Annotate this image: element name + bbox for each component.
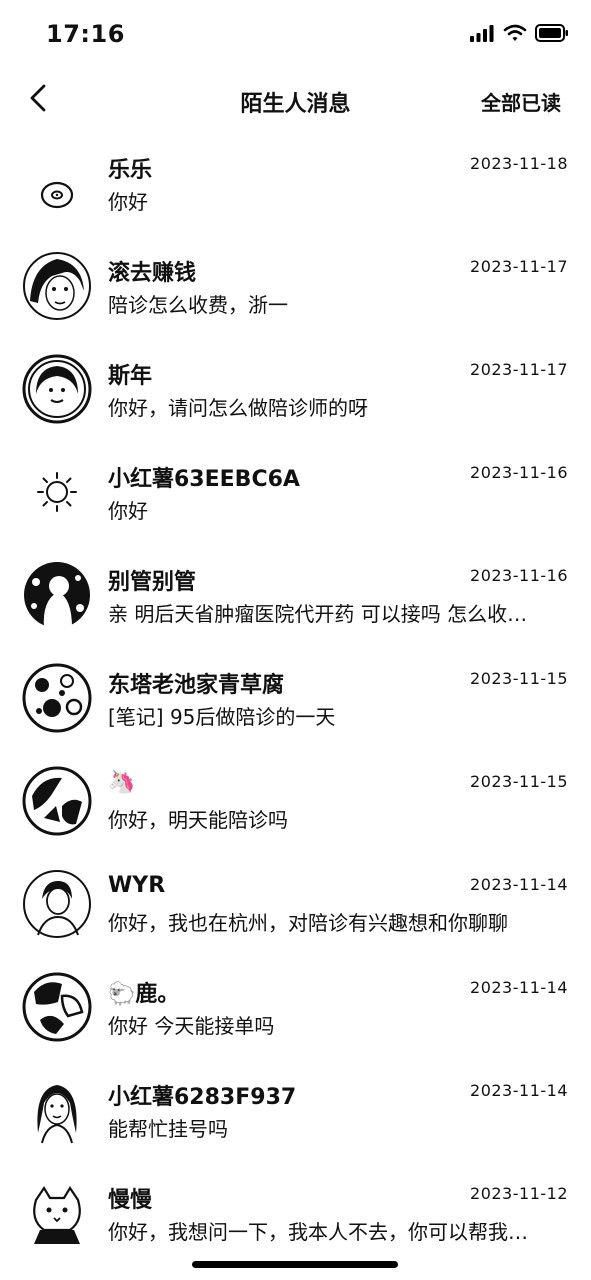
- avatar: [22, 766, 92, 836]
- cellular-signal-icon: [470, 25, 494, 42]
- conversation-name: 🦄: [108, 770, 136, 795]
- avatar: [37, 1085, 77, 1144]
- status-icons: [469, 24, 569, 42]
- conversation-row[interactable]: 别管别管 2023-11-16 亲 明后天省肿瘤医院代开药 可以接吗 怎么收…: [0, 544, 591, 647]
- avatar: [22, 354, 92, 424]
- conversation-name: 斯年: [108, 364, 153, 389]
- conversation-date: 2023-11-15: [470, 669, 568, 688]
- conversation-name: 慢慢: [108, 1188, 153, 1213]
- conversation-name: 小红薯63EEBC6A: [108, 467, 300, 492]
- conversation-date: 2023-11-12: [470, 1184, 568, 1203]
- conversation-row[interactable]: 东塔老池家青草腐 2023-11-15 [笔记] 95后做陪诊的一天: [0, 647, 591, 750]
- conversation-row[interactable]: 🦄 2023-11-15 你好，明天能陪诊吗: [0, 750, 591, 853]
- home-indicator[interactable]: [192, 1261, 398, 1268]
- conversation-row[interactable]: 慢慢 2023-11-12 你好，我想问一下，我本人不去，你可以帮我…: [0, 1162, 591, 1265]
- wifi-icon: [503, 24, 527, 41]
- conversation-row[interactable]: WYR 2023-11-14 你好，我也在杭州，对陪诊有兴趣想和你聊聊: [0, 853, 591, 956]
- conversation-date: 2023-11-14: [470, 875, 568, 894]
- conversation-message: 你好: [108, 499, 148, 523]
- conversation-row[interactable]: 🐑鹿。 2023-11-14 你好 今天能接单吗: [0, 956, 591, 1059]
- status-bar: 17:16: [0, 0, 591, 70]
- sun-icon: [37, 472, 77, 512]
- avatar: [23, 870, 91, 938]
- conversation-date: 2023-11-15: [470, 772, 568, 791]
- conversation-name: 乐乐: [108, 158, 153, 183]
- conversation-date: 2023-11-18: [470, 154, 568, 173]
- avatar: [22, 972, 92, 1042]
- conversation-row[interactable]: 乐乐 2023-11-18 你好: [0, 132, 591, 235]
- conversation-row[interactable]: 斯年 2023-11-17 你好，请问怎么做陪诊师的呀: [0, 338, 591, 441]
- conversation-message: 你好: [108, 190, 148, 214]
- status-time: 17:16: [46, 20, 125, 48]
- conversation-name: WYR: [108, 873, 166, 898]
- mark-all-read-button[interactable]: 全部已读: [481, 87, 561, 116]
- conversation-date: 2023-11-17: [470, 257, 568, 276]
- conversation-date: 2023-11-16: [470, 463, 568, 482]
- conversation-name: 小红薯6283F937: [108, 1085, 297, 1110]
- avatar: [23, 252, 91, 320]
- conversation-message: 能帮忙挂号吗: [108, 1117, 228, 1141]
- avatar: [40, 181, 74, 209]
- conversation-list: 乐乐 2023-11-18 你好 滚去赚钱 2023-11-17 陪诊怎么收费，…: [0, 132, 591, 1265]
- conversation-date: 2023-11-16: [470, 566, 568, 585]
- conversation-message: 你好，我想问一下，我本人不去，你可以帮我…: [108, 1220, 528, 1244]
- battery-icon: [535, 24, 568, 42]
- conversation-message: 陪诊怎么收费，浙一: [108, 293, 288, 317]
- avatar: [24, 562, 90, 628]
- avatar: [33, 1185, 81, 1244]
- conversation-name: 滚去赚钱: [108, 261, 197, 286]
- conversation-message: 你好，我也在杭州，对陪诊有兴趣想和你聊聊: [108, 911, 508, 935]
- conversation-date: 2023-11-17: [470, 360, 568, 379]
- avatar: [22, 663, 92, 733]
- conversation-row[interactable]: 小红薯6283F937 2023-11-14 能帮忙挂号吗: [0, 1059, 591, 1162]
- conversation-date: 2023-11-14: [470, 978, 568, 997]
- conversation-message: 你好 今天能接单吗: [108, 1014, 275, 1038]
- conversation-row[interactable]: 小红薯63EEBC6A 2023-11-16 你好: [0, 441, 591, 544]
- conversation-name: 别管别管: [108, 570, 197, 595]
- conversation-row[interactable]: 滚去赚钱 2023-11-17 陪诊怎么收费，浙一: [0, 235, 591, 338]
- conversation-message: 你好，明天能陪诊吗: [108, 808, 288, 832]
- nav-bar: 陌生人消息 全部已读: [0, 70, 591, 132]
- conversation-date: 2023-11-14: [470, 1081, 568, 1100]
- conversation-name: 🐑鹿。: [108, 982, 180, 1007]
- conversation-message: 亲 明后天省肿瘤医院代开药 可以接吗 怎么收…: [108, 602, 528, 626]
- conversation-message: 你好，请问怎么做陪诊师的呀: [108, 396, 368, 420]
- conversation-message: [笔记] 95后做陪诊的一天: [108, 705, 336, 729]
- conversation-name: 东塔老池家青草腐: [108, 673, 285, 698]
